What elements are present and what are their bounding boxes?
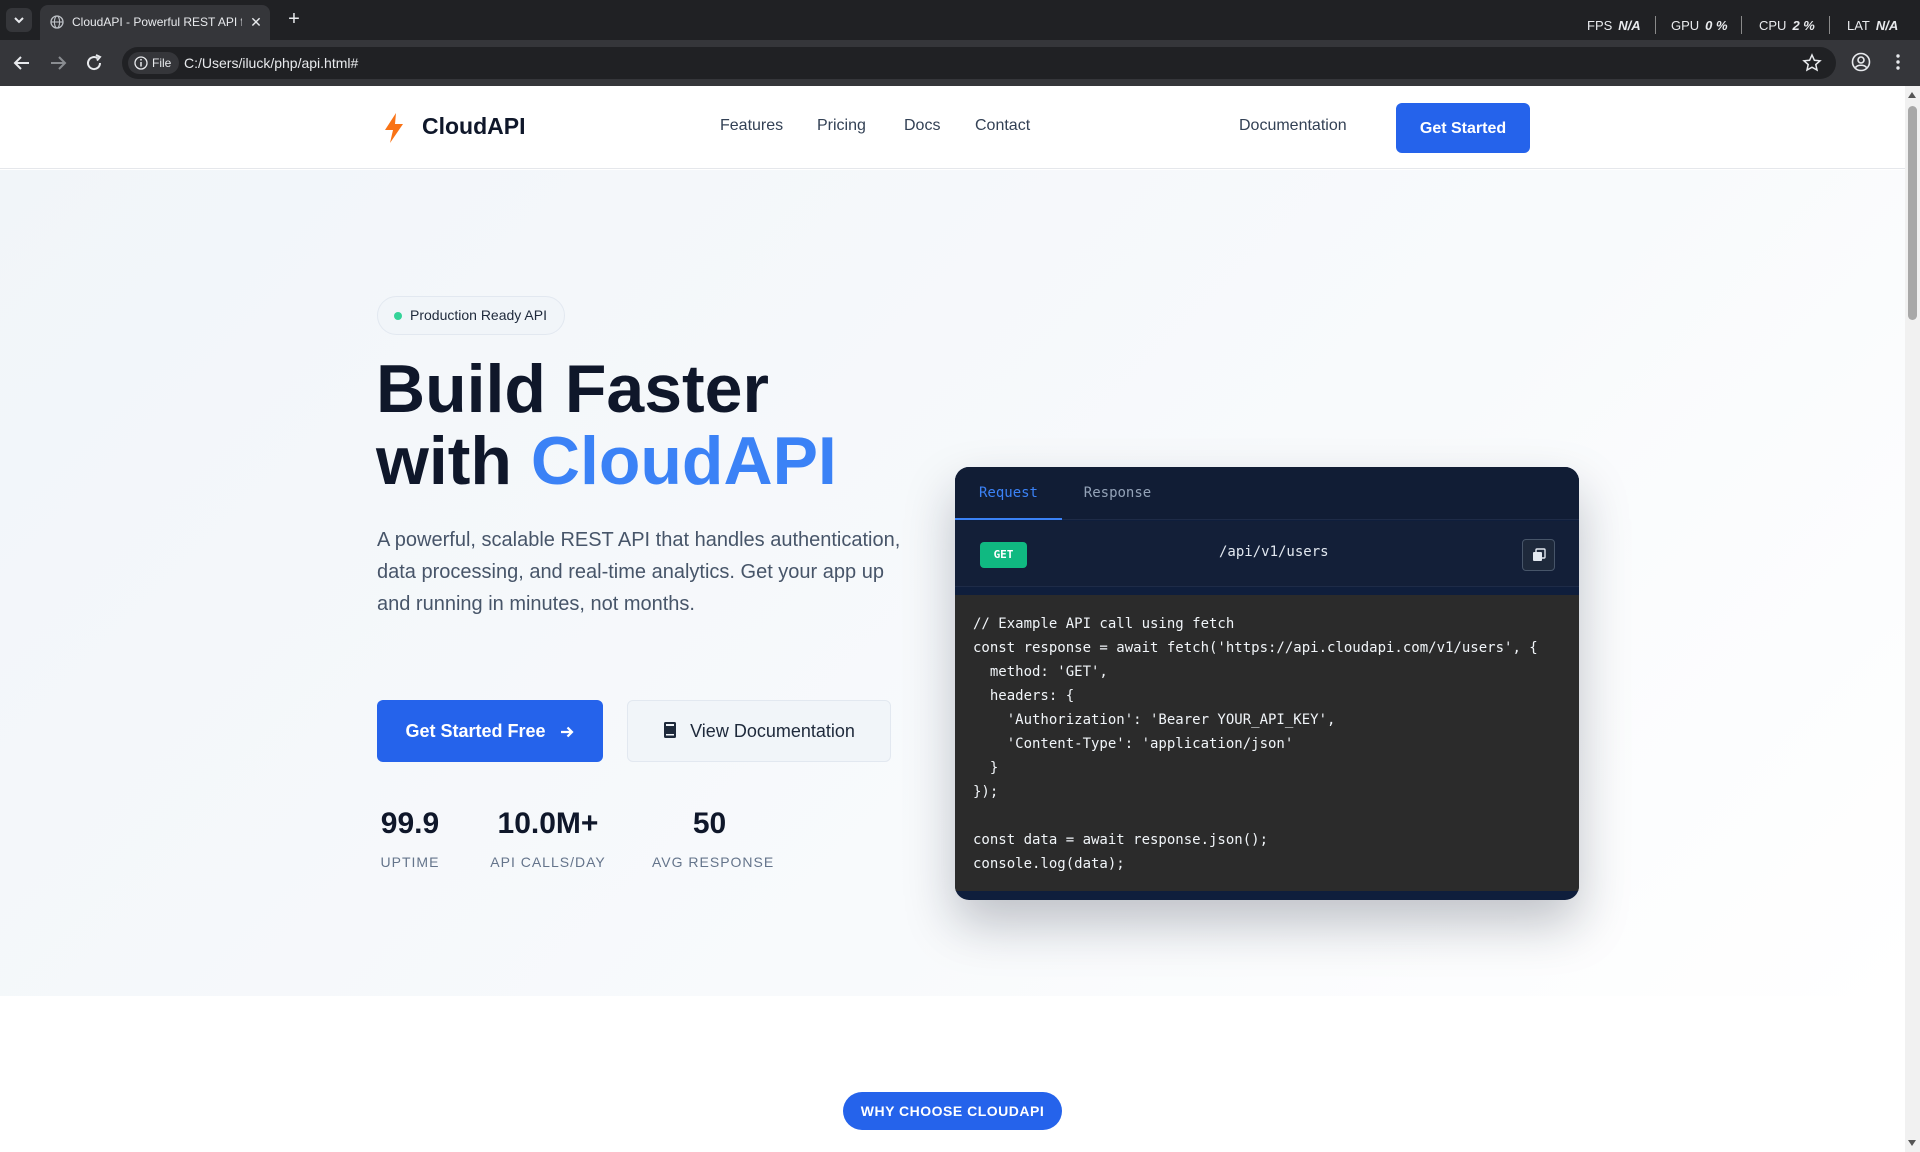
book-icon (664, 722, 677, 739)
site-info-chip[interactable]: File (128, 52, 180, 74)
tab-title: CloudAPI - Powerful REST API f (72, 15, 242, 29)
hero-section: Production Ready API Build Faster with C… (0, 170, 1905, 996)
code-line: method: 'GET', (973, 664, 1108, 680)
documentation-link[interactable]: Documentation (1239, 117, 1347, 135)
nav-docs[interactable]: Docs (904, 117, 940, 135)
http-method-badge: GET (980, 542, 1027, 568)
stat-avg-response: 50 AVG RESPONSE (652, 806, 775, 870)
scroll-up-arrow[interactable] (1908, 92, 1916, 98)
perf-lat: LAT N/A (1847, 18, 1899, 33)
nav-pricing[interactable]: Pricing (817, 117, 866, 135)
more-menu-icon[interactable] (1887, 51, 1909, 73)
stat-label: UPTIME (380, 854, 440, 870)
stat-value: 99.9 (380, 807, 440, 840)
lightning-bolt-icon (385, 113, 403, 143)
hero-subtitle: A powerful, scalable REST API that handl… (377, 529, 901, 615)
page-scrollbar[interactable] (1905, 86, 1920, 1152)
arrow-right-icon (560, 726, 574, 738)
tab-response[interactable]: Response (1062, 467, 1173, 520)
get-started-button[interactable]: Get Started (1396, 103, 1530, 153)
stat-value: 50 (692, 807, 727, 840)
view-documentation-label: View Documentation (690, 721, 855, 741)
code-line: }); (973, 784, 999, 800)
hero-title-line1: Build Faster (376, 351, 769, 427)
endpoint-bar: GET /api/v1/users (955, 521, 1579, 587)
status-dot (394, 312, 402, 320)
hero-title: Build Faster with CloudAPI (376, 353, 936, 497)
nav-contact[interactable]: Contact (975, 117, 1030, 135)
hero-title-prefix: with (376, 423, 531, 499)
bookmark-star-icon[interactable] (1802, 53, 1822, 73)
chevron-down-icon (14, 17, 24, 24)
status-badge: Production Ready API (377, 296, 565, 335)
perf-divider (1829, 16, 1830, 34)
site-header: CloudAPI Features Pricing Docs Contact D… (0, 86, 1905, 169)
copy-button[interactable] (1522, 539, 1555, 571)
stat-label: API CALLS/DAY (490, 854, 606, 870)
new-tab-button[interactable]: + (282, 8, 306, 32)
view-documentation-button[interactable]: View Documentation (627, 700, 891, 762)
globe-icon (50, 15, 64, 29)
reload-icon[interactable] (82, 51, 106, 75)
close-tab-button[interactable]: ✕ (247, 13, 265, 31)
browser-toolbar: File C:/Users/iluck/php/api.html# (0, 40, 1920, 86)
forward-arrow-icon[interactable] (46, 51, 70, 75)
perf-cpu: CPU 2 % (1759, 18, 1815, 33)
perf-divider (1655, 16, 1656, 34)
code-line: } (973, 760, 999, 776)
address-url[interactable]: C:/Users/iluck/php/api.html# (184, 55, 358, 71)
stat-label: AVG RESPONSE (652, 854, 775, 870)
code-example-card: Request Response GET /api/v1/users // Ex… (955, 467, 1579, 900)
endpoint-path: /api/v1/users (1219, 544, 1329, 560)
perf-fps: FPS N/A (1587, 18, 1641, 33)
hero-title-accent: CloudAPI (530, 423, 837, 499)
tab-search-button[interactable] (6, 8, 32, 32)
nav-features[interactable]: Features (720, 117, 783, 135)
code-line: 'Content-Type': 'application/json' (973, 736, 1294, 752)
copy-icon (1533, 548, 1546, 561)
stat-uptime: 99.9 UPTIME (377, 806, 443, 870)
code-tabs: Request Response (955, 467, 1579, 520)
tab-request[interactable]: Request (955, 467, 1062, 520)
browser-tab-active[interactable]: CloudAPI - Powerful REST API f ✕ (40, 5, 270, 40)
page-viewport: CloudAPI Features Pricing Docs Contact D… (0, 86, 1905, 1152)
code-line: console.log(data); (973, 856, 1125, 872)
browser-tab-bar: CloudAPI - Powerful REST API f ✕ + FPS N/… (0, 0, 1920, 40)
profile-icon[interactable] (1850, 51, 1872, 73)
code-line: const response = await fetch('https://ap… (973, 640, 1538, 656)
code-block: // Example API call using fetch const re… (955, 595, 1579, 891)
stat-api-calls: 10.0M+ API CALLS/DAY (490, 806, 606, 870)
info-icon (134, 56, 148, 70)
section-label-pill: WHY CHOOSE CLOUDAPI (843, 1092, 1062, 1130)
perf-divider (1741, 16, 1742, 34)
get-started-free-button[interactable]: Get Started Free (377, 700, 603, 762)
code-line: 'Authorization': 'Bearer YOUR_API_KEY', (973, 712, 1336, 728)
code-line: // Example API call using fetch (973, 616, 1235, 632)
get-started-free-label: Get Started Free (405, 721, 546, 741)
site-info-label: File (152, 56, 172, 70)
code-line: headers: { (973, 688, 1075, 704)
back-arrow-icon[interactable] (10, 51, 34, 75)
code-line: const data = await response.json(); (973, 832, 1269, 848)
badge-label: Production Ready API (410, 307, 547, 323)
stat-value: 10.0M+ (497, 807, 599, 840)
scroll-thumb[interactable] (1908, 106, 1917, 320)
address-bar[interactable]: File C:/Users/iluck/php/api.html# (122, 47, 1836, 79)
scroll-down-arrow[interactable] (1908, 1140, 1916, 1146)
perf-gpu: GPU 0 % (1671, 18, 1728, 33)
site-logo[interactable]: CloudAPI (422, 113, 526, 140)
